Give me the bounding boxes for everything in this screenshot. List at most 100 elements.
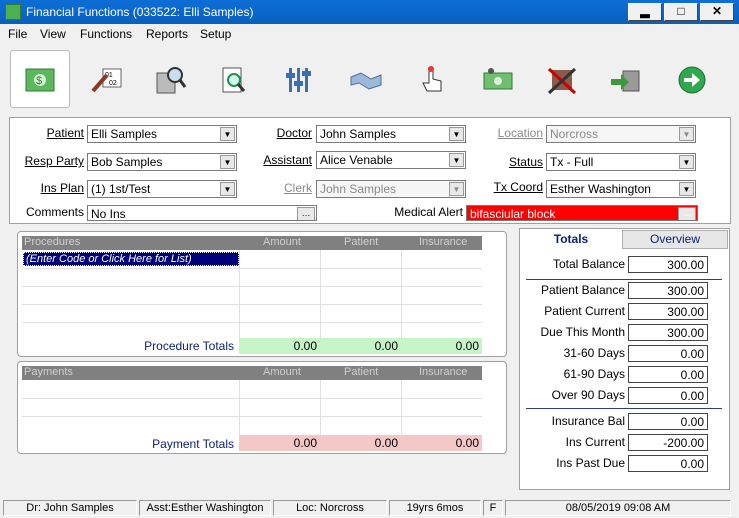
toolbar: $ 01 02: [0, 44, 739, 112]
tab-overview[interactable]: Overview: [622, 230, 728, 249]
procedure-entry-prompt[interactable]: (Enter Code or Click Here for List): [23, 252, 239, 266]
transfer-icon[interactable]: [598, 52, 654, 108]
ins-plan-label: Ins Plan: [40, 181, 84, 195]
due-this-month-value: 300.00: [628, 324, 708, 341]
close-button[interactable]: ✕: [700, 3, 734, 21]
days-31-60-value: 0.00: [628, 345, 708, 362]
chevron-down-icon[interactable]: ▼: [220, 127, 235, 141]
resp-party-combo[interactable]: Bob Samples ▼: [87, 153, 237, 171]
grid-divider: [22, 268, 482, 269]
balances-panel: Totals Overview Total Balance 300.00 Pat…: [519, 228, 730, 490]
doctor-label: Doctor: [276, 126, 312, 140]
tab-totals[interactable]: Totals: [521, 230, 621, 250]
status-value: Tx - Full: [550, 155, 594, 169]
ins-past-due-label: Ins Past Due: [556, 456, 625, 470]
procedures-col-amount: Amount: [263, 236, 301, 248]
grid-divider: [22, 322, 482, 323]
ins-plan-combo[interactable]: (1) 1st/Test ▼: [87, 180, 237, 198]
menu-file[interactable]: File: [8, 27, 27, 41]
ins-past-due-value: 0.00: [628, 455, 708, 472]
chevron-down-icon[interactable]: ▼: [220, 155, 235, 169]
insurance-bal-value: 0.00: [628, 413, 708, 430]
status-datetime: 08/05/2019 09:08 AM: [505, 500, 731, 516]
procedures-col-insurance: Insurance: [419, 236, 468, 248]
days-61-90-value: 0.00: [628, 366, 708, 383]
total-balance-label: Total Balance: [552, 257, 625, 271]
payment-totals-label: Payment Totals: [152, 437, 234, 451]
medical-alert-label: Medical Alert: [394, 205, 463, 219]
resp-party-value: Bob Samples: [91, 155, 163, 169]
payment-total-patient: 0.00: [374, 436, 398, 450]
hand-pointer-icon[interactable]: [404, 52, 460, 108]
payment-total-insurance: 0.00: [455, 436, 479, 450]
chevron-down-icon[interactable]: ▼: [449, 127, 464, 141]
patient-balance-label: Patient Balance: [540, 283, 625, 297]
crossed-swords-icon[interactable]: [534, 52, 590, 108]
medical-alert-field[interactable]: bifasciular block …: [466, 205, 698, 221]
sliders-icon[interactable]: [272, 52, 328, 108]
patient-value: Elli Samples: [91, 127, 158, 141]
ins-current-value: -200.00: [628, 434, 708, 451]
location-combo[interactable]: Norcross ▼: [546, 125, 696, 143]
chevron-down-icon[interactable]: ▼: [449, 182, 464, 196]
separator: [526, 408, 722, 409]
menu-functions[interactable]: Functions: [80, 27, 132, 41]
resp-party-label: Resp Party: [24, 154, 84, 168]
payments-panel: Payments Amount Patient Insurance Paymen…: [17, 361, 507, 454]
procedure-total-insurance: 0.00: [455, 339, 479, 353]
assistant-label: Assistant: [263, 153, 312, 167]
doctor-combo[interactable]: John Samples ▼: [316, 125, 466, 143]
tx-coord-combo[interactable]: Esther Washington ▼: [546, 180, 696, 198]
procedures-col-patient: Patient: [344, 236, 379, 248]
status-age: 19yrs 6mos: [389, 500, 481, 516]
clerk-combo[interactable]: John Samples ▼: [316, 180, 466, 198]
svg-text:$: $: [36, 75, 42, 87]
status-combo[interactable]: Tx - Full ▼: [546, 153, 696, 171]
procedures-col-title: Procedures: [24, 236, 81, 248]
window-title: Financial Functions (033522: Elli Sample…: [26, 5, 254, 19]
chevron-down-icon[interactable]: ▼: [220, 182, 235, 196]
days-61-90-label: 61-90 Days: [563, 367, 625, 381]
patient-current-label: Patient Current: [544, 304, 625, 318]
chevron-down-icon[interactable]: ▼: [449, 153, 464, 167]
chevron-down-icon[interactable]: ▼: [679, 127, 694, 141]
calculator-search-icon[interactable]: [142, 52, 198, 108]
menu-view[interactable]: View: [40, 27, 66, 41]
medical-alert-value: bifasciular block: [470, 207, 556, 221]
money-bill-icon[interactable]: [470, 52, 526, 108]
patient-combo[interactable]: Elli Samples ▼: [87, 125, 237, 143]
calendar-pen-icon[interactable]: 01 02: [78, 52, 134, 108]
patient-balance-value: 300.00: [628, 282, 708, 299]
ellipsis-icon[interactable]: …: [297, 207, 315, 220]
next-arrow-icon[interactable]: [664, 52, 720, 108]
handshake-icon[interactable]: [338, 52, 394, 108]
over-90-days-label: Over 90 Days: [551, 388, 625, 402]
clerk-label: Clerk: [283, 181, 312, 195]
procedures-header: Procedures Amount Patient Insurance: [22, 236, 482, 250]
ellipsis-icon[interactable]: …: [678, 207, 696, 220]
over-90-days-value: 0.00: [628, 387, 708, 404]
payment-totals-row: 0.00 0.00 0.00: [239, 435, 482, 451]
document-search-icon[interactable]: [206, 52, 262, 108]
procedure-totals-label: Procedure Totals: [144, 339, 234, 353]
ins-plan-value: (1) 1st/Test: [91, 182, 151, 196]
svg-text:02: 02: [109, 80, 117, 87]
comments-field[interactable]: No Ins…: [87, 205, 317, 221]
due-this-month-label: Due This Month: [540, 325, 626, 339]
menu-setup[interactable]: Setup: [200, 27, 231, 41]
chevron-down-icon[interactable]: ▼: [679, 182, 694, 196]
status-label: Status: [508, 155, 543, 169]
grid-divider: [22, 398, 482, 399]
comments-label: Comments: [25, 205, 84, 219]
chevron-down-icon[interactable]: ▼: [679, 155, 694, 169]
status-doctor: Dr: John Samples: [3, 500, 137, 516]
status-gender: F: [483, 500, 503, 516]
menu-reports[interactable]: Reports: [146, 27, 188, 41]
payments-col-patient: Patient: [344, 366, 379, 378]
maximize-button[interactable]: □: [664, 3, 698, 21]
total-balance-value: 300.00: [628, 256, 708, 273]
minimize-button[interactable]: ▂: [628, 3, 662, 21]
tx-coord-label: Tx Coord: [493, 180, 543, 194]
ledger-money-icon[interactable]: $: [12, 52, 68, 108]
assistant-combo[interactable]: Alice Venable ▼: [316, 151, 466, 169]
